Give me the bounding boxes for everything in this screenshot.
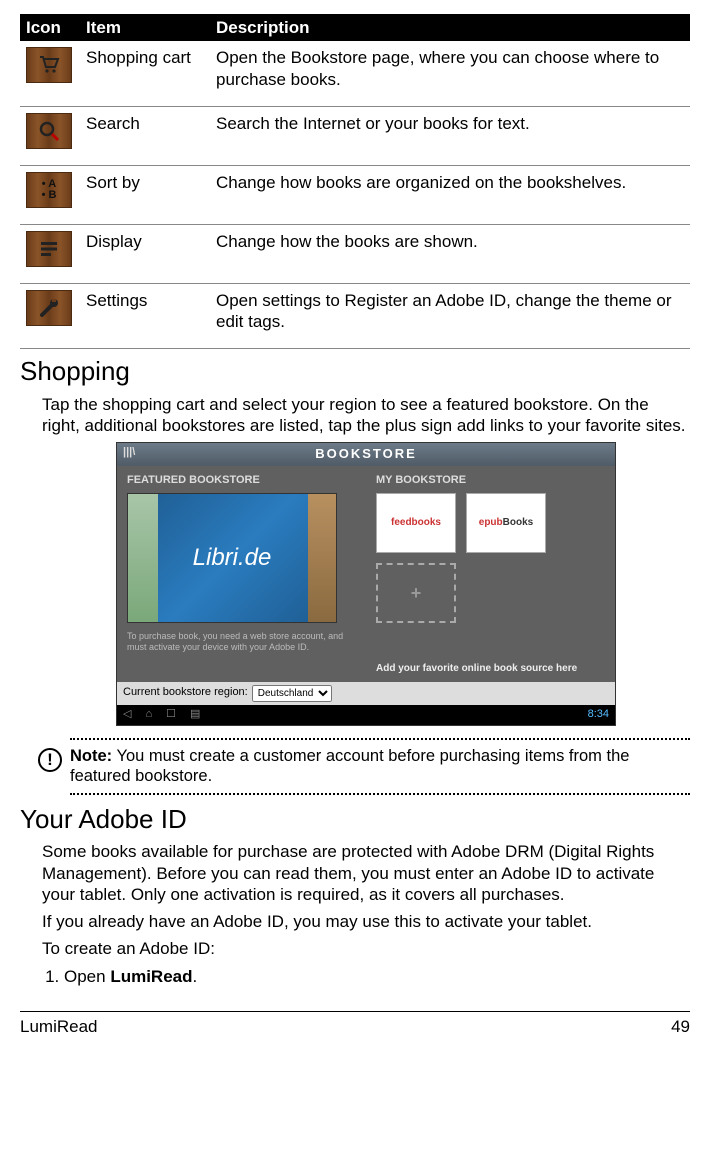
featured-bookstore-image: Libri.de	[127, 493, 337, 623]
item-label: Search	[80, 106, 210, 165]
back-icon: |||\	[123, 446, 135, 460]
clock-text: 8:34	[588, 708, 609, 720]
table-row: • A• B Sort by Change how books are orga…	[20, 165, 690, 224]
android-navbar: ◁⌂☐▤ 8:34	[117, 705, 615, 725]
adobe-heading: Your Adobe ID	[20, 803, 690, 836]
table-row: Shopping cart Open the Bookstore page, w…	[20, 41, 690, 106]
adobe-p3: To create an Adobe ID:	[42, 938, 690, 959]
shopping-heading: Shopping	[20, 355, 690, 388]
my-bookstore-header: MY BOOKSTORE	[376, 472, 605, 494]
table-row: Display Change how the books are shown.	[20, 224, 690, 283]
col-item: Item	[80, 14, 210, 41]
purchase-note: To purchase book, you need a web store a…	[127, 631, 356, 653]
item-desc: Open the Bookstore page, where you can c…	[210, 41, 690, 106]
item-desc: Open settings to Register an Adobe ID, c…	[210, 283, 690, 349]
col-desc: Description	[210, 14, 690, 41]
alert-icon: !	[38, 748, 62, 772]
screenshot-titlebar: |||\ BOOKSTORE	[117, 443, 615, 465]
item-desc: Search the Internet or your books for te…	[210, 106, 690, 165]
add-source-note: Add your favorite online book source her…	[376, 663, 605, 676]
adobe-p2: If you already have an Adobe ID, you may…	[42, 911, 690, 932]
table-row: Settings Open settings to Register an Ad…	[20, 283, 690, 349]
shopping-para: Tap the shopping cart and select your re…	[42, 394, 690, 437]
item-label: Sort by	[80, 165, 210, 224]
icon-reference-table: Icon Item Description Shopping cart Open…	[20, 14, 690, 349]
display-icon	[26, 231, 72, 267]
table-row: Search Search the Internet or your books…	[20, 106, 690, 165]
page-footer: LumiRead 49	[20, 1011, 690, 1037]
item-label: Settings	[80, 283, 210, 349]
note-block: ! Note: You must create a customer accou…	[42, 738, 690, 795]
shopping-cart-icon	[26, 47, 72, 83]
sort-icon: • A• B	[26, 172, 72, 208]
item-label: Display	[80, 224, 210, 283]
footer-title: LumiRead	[20, 1016, 98, 1037]
screenshot-title: BOOKSTORE	[315, 446, 417, 461]
item-desc: Change how books are organized on the bo…	[210, 165, 690, 224]
step-1: Open LumiRead.	[64, 966, 690, 987]
featured-header: FEATURED BOOKSTORE	[127, 472, 356, 494]
bookstore-tile: epubBooks	[466, 493, 546, 553]
region-bar: Current bookstore region: Deutschland	[117, 682, 615, 705]
adobe-p1: Some books available for purchase are pr…	[42, 841, 690, 905]
col-icon: Icon	[20, 14, 80, 41]
page-number: 49	[671, 1016, 690, 1037]
bookstore-tile: feedbooks	[376, 493, 456, 553]
item-desc: Change how the books are shown.	[210, 224, 690, 283]
add-bookstore-tile: +	[376, 563, 456, 623]
bookstore-screenshot: |||\ BOOKSTORE FEATURED BOOKSTORE Libri.…	[116, 442, 616, 725]
search-icon	[26, 113, 72, 149]
item-label: Shopping cart	[80, 41, 210, 106]
note-text: Note: You must create a customer account…	[70, 742, 690, 791]
settings-icon	[26, 290, 72, 326]
region-select: Deutschland	[252, 685, 332, 702]
